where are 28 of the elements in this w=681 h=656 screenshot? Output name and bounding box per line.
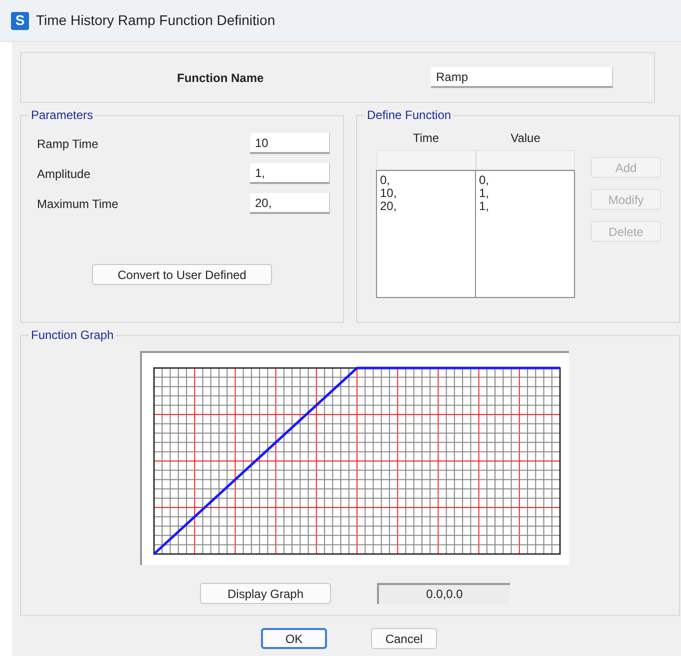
- group-title: Parameters: [29, 108, 96, 122]
- group-title: Define Function: [365, 108, 454, 122]
- app-logo-icon: S: [11, 12, 29, 30]
- entry-field[interactable]: [476, 150, 575, 170]
- function-name-label: Function Name: [177, 70, 265, 86]
- list-item[interactable]: 0,: [380, 174, 390, 187]
- convert-button[interactable]: Convert to User Defined: [92, 264, 272, 285]
- input-field[interactable]: 10: [250, 133, 330, 154]
- input-field[interactable]: 1,: [250, 163, 330, 184]
- window-title: Time History Ramp Function Definition: [36, 11, 276, 30]
- entry-field[interactable]: [376, 150, 476, 170]
- group-title: Function Graph: [29, 328, 116, 342]
- list-item[interactable]: 10,: [380, 187, 397, 200]
- column-header: Value: [510, 131, 542, 145]
- field-label: Amplitude: [37, 166, 92, 180]
- display-graph-button[interactable]: Display Graph: [200, 583, 331, 604]
- list-item[interactable]: 0,: [479, 174, 490, 187]
- list-item[interactable]: 1,: [479, 187, 490, 200]
- list-item[interactable]: 1,: [479, 200, 490, 213]
- function-name-field[interactable]: Ramp: [431, 67, 613, 88]
- dialog-button[interactable]: OK: [261, 628, 327, 649]
- field-label: Maximum Time: [37, 196, 120, 210]
- input-field[interactable]: 20,: [250, 193, 330, 214]
- list-item[interactable]: 20,: [380, 200, 397, 213]
- field-label: Ramp Time: [37, 136, 100, 150]
- column-header: Time: [412, 131, 440, 145]
- coordinate-readout: 0.0,0.0: [377, 583, 510, 604]
- dialog-button[interactable]: Cancel: [371, 628, 437, 649]
